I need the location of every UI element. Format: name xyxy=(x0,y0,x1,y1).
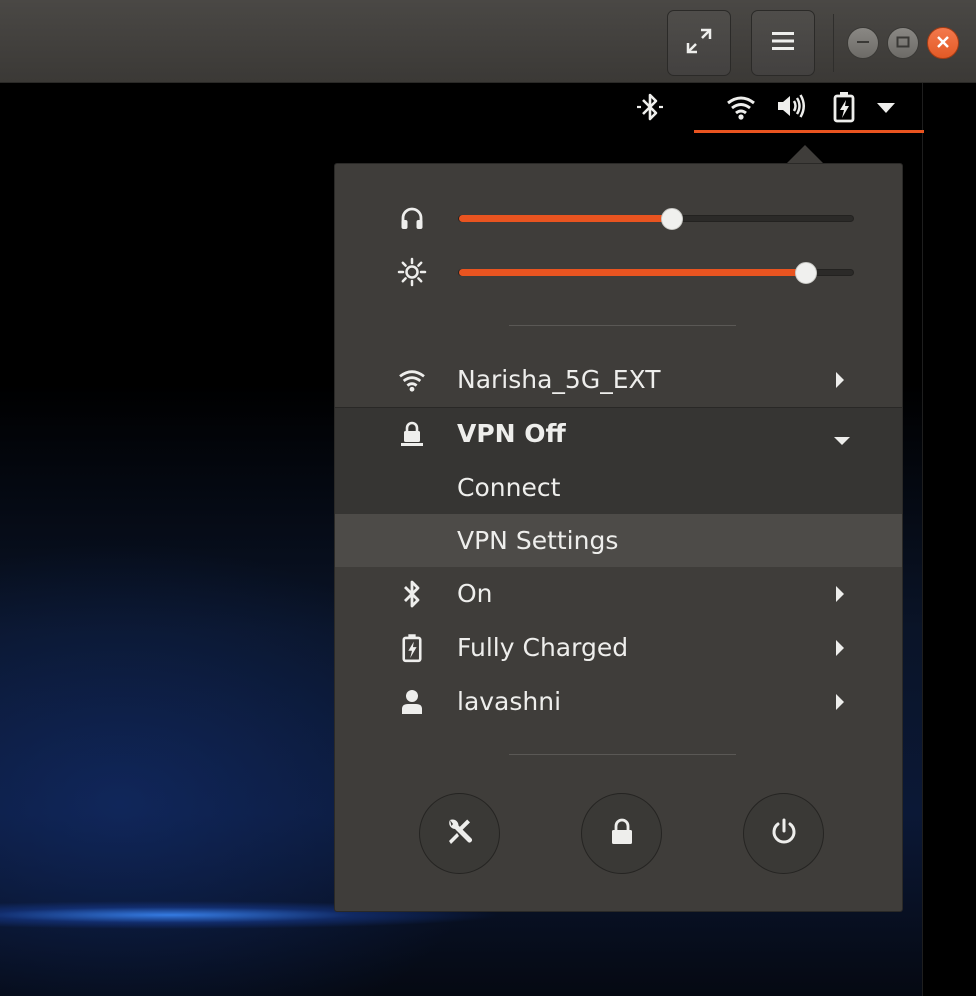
volume-slider[interactable] xyxy=(458,208,854,230)
chevron-right-icon xyxy=(835,693,845,711)
battery-status-label: Fully Charged xyxy=(457,633,629,662)
battery-charged-icon xyxy=(832,91,856,127)
battery-indicator[interactable] xyxy=(829,92,859,126)
chevron-right-icon xyxy=(835,371,845,389)
hamburger-menu-icon xyxy=(772,31,794,55)
panel-menu-dropdown[interactable] xyxy=(874,98,898,118)
minimize-button[interactable] xyxy=(847,27,879,59)
minimize-icon xyxy=(856,34,870,53)
wifi-network-label: Narisha_5G_EXT xyxy=(457,365,661,394)
vpn-connect-item[interactable]: Connect xyxy=(335,461,902,515)
settings-button[interactable] xyxy=(419,793,500,874)
volume-indicator[interactable] xyxy=(773,93,809,123)
vpn-menu-item[interactable]: VPN Off xyxy=(335,407,902,461)
brightness-slider-fill xyxy=(459,269,806,276)
brightness-icon xyxy=(395,257,429,287)
hamburger-menu-button[interactable] xyxy=(751,10,815,76)
maximize-button[interactable] xyxy=(887,27,919,59)
headphones-icon xyxy=(395,206,429,230)
user-name-label: lavashni xyxy=(457,687,562,716)
bluetooth-icon xyxy=(395,580,429,608)
menu-pointer xyxy=(786,145,824,164)
user-icon xyxy=(395,689,429,715)
vpn-settings-label: VPN Settings xyxy=(457,526,619,555)
maximize-icon xyxy=(896,34,910,53)
chevron-right-icon xyxy=(835,639,845,657)
menu-divider xyxy=(509,325,736,326)
vpn-section: VPN Off Connect VPN Settings xyxy=(335,407,902,567)
fullscreen-icon xyxy=(685,27,713,59)
titlebar-separator xyxy=(833,14,834,72)
vpn-connect-label: Connect xyxy=(457,473,561,502)
settings-icon xyxy=(444,816,476,852)
brightness-slider[interactable] xyxy=(458,262,854,284)
chevron-right-icon xyxy=(835,585,845,603)
lock-icon xyxy=(609,818,635,850)
bluetooth-menu-item[interactable]: On xyxy=(335,567,902,621)
bluetooth-icon xyxy=(635,91,665,127)
active-indicator-underline xyxy=(694,130,924,133)
brightness-slider-row xyxy=(335,252,904,292)
bluetooth-status-label: On xyxy=(457,579,493,608)
vpn-icon xyxy=(395,421,429,447)
battery-menu-item[interactable]: Fully Charged xyxy=(335,621,902,675)
window-titlebar xyxy=(0,0,976,83)
vpn-status-label: VPN Off xyxy=(457,419,566,448)
bluetooth-indicator[interactable] xyxy=(632,92,668,126)
wifi-icon xyxy=(395,367,429,393)
close-icon xyxy=(936,34,950,53)
screen-edge xyxy=(922,83,976,996)
volume-slider-row xyxy=(335,198,904,238)
power-icon xyxy=(769,817,799,851)
vpn-settings-item[interactable]: VPN Settings xyxy=(335,514,902,567)
fullscreen-button[interactable] xyxy=(667,10,731,76)
chevron-down-icon xyxy=(833,431,851,445)
wifi-indicator[interactable] xyxy=(724,94,758,124)
menu-divider xyxy=(509,754,736,755)
volume-slider-fill xyxy=(459,215,672,222)
user-menu-item[interactable]: lavashni xyxy=(335,675,902,729)
power-button[interactable] xyxy=(743,793,824,874)
volume-slider-knob[interactable] xyxy=(660,208,683,230)
battery-charged-icon xyxy=(395,634,429,663)
system-menu: Narisha_5G_EXT VPN Off Connect VPN Setti… xyxy=(334,163,903,912)
brightness-slider-knob[interactable] xyxy=(794,262,817,284)
dropdown-arrow-icon xyxy=(876,99,896,118)
volume-icon xyxy=(775,92,807,124)
wifi-menu-item[interactable]: Narisha_5G_EXT xyxy=(335,353,902,407)
lock-screen-button[interactable] xyxy=(581,793,662,874)
wifi-icon xyxy=(726,94,756,124)
close-button[interactable] xyxy=(927,27,959,59)
